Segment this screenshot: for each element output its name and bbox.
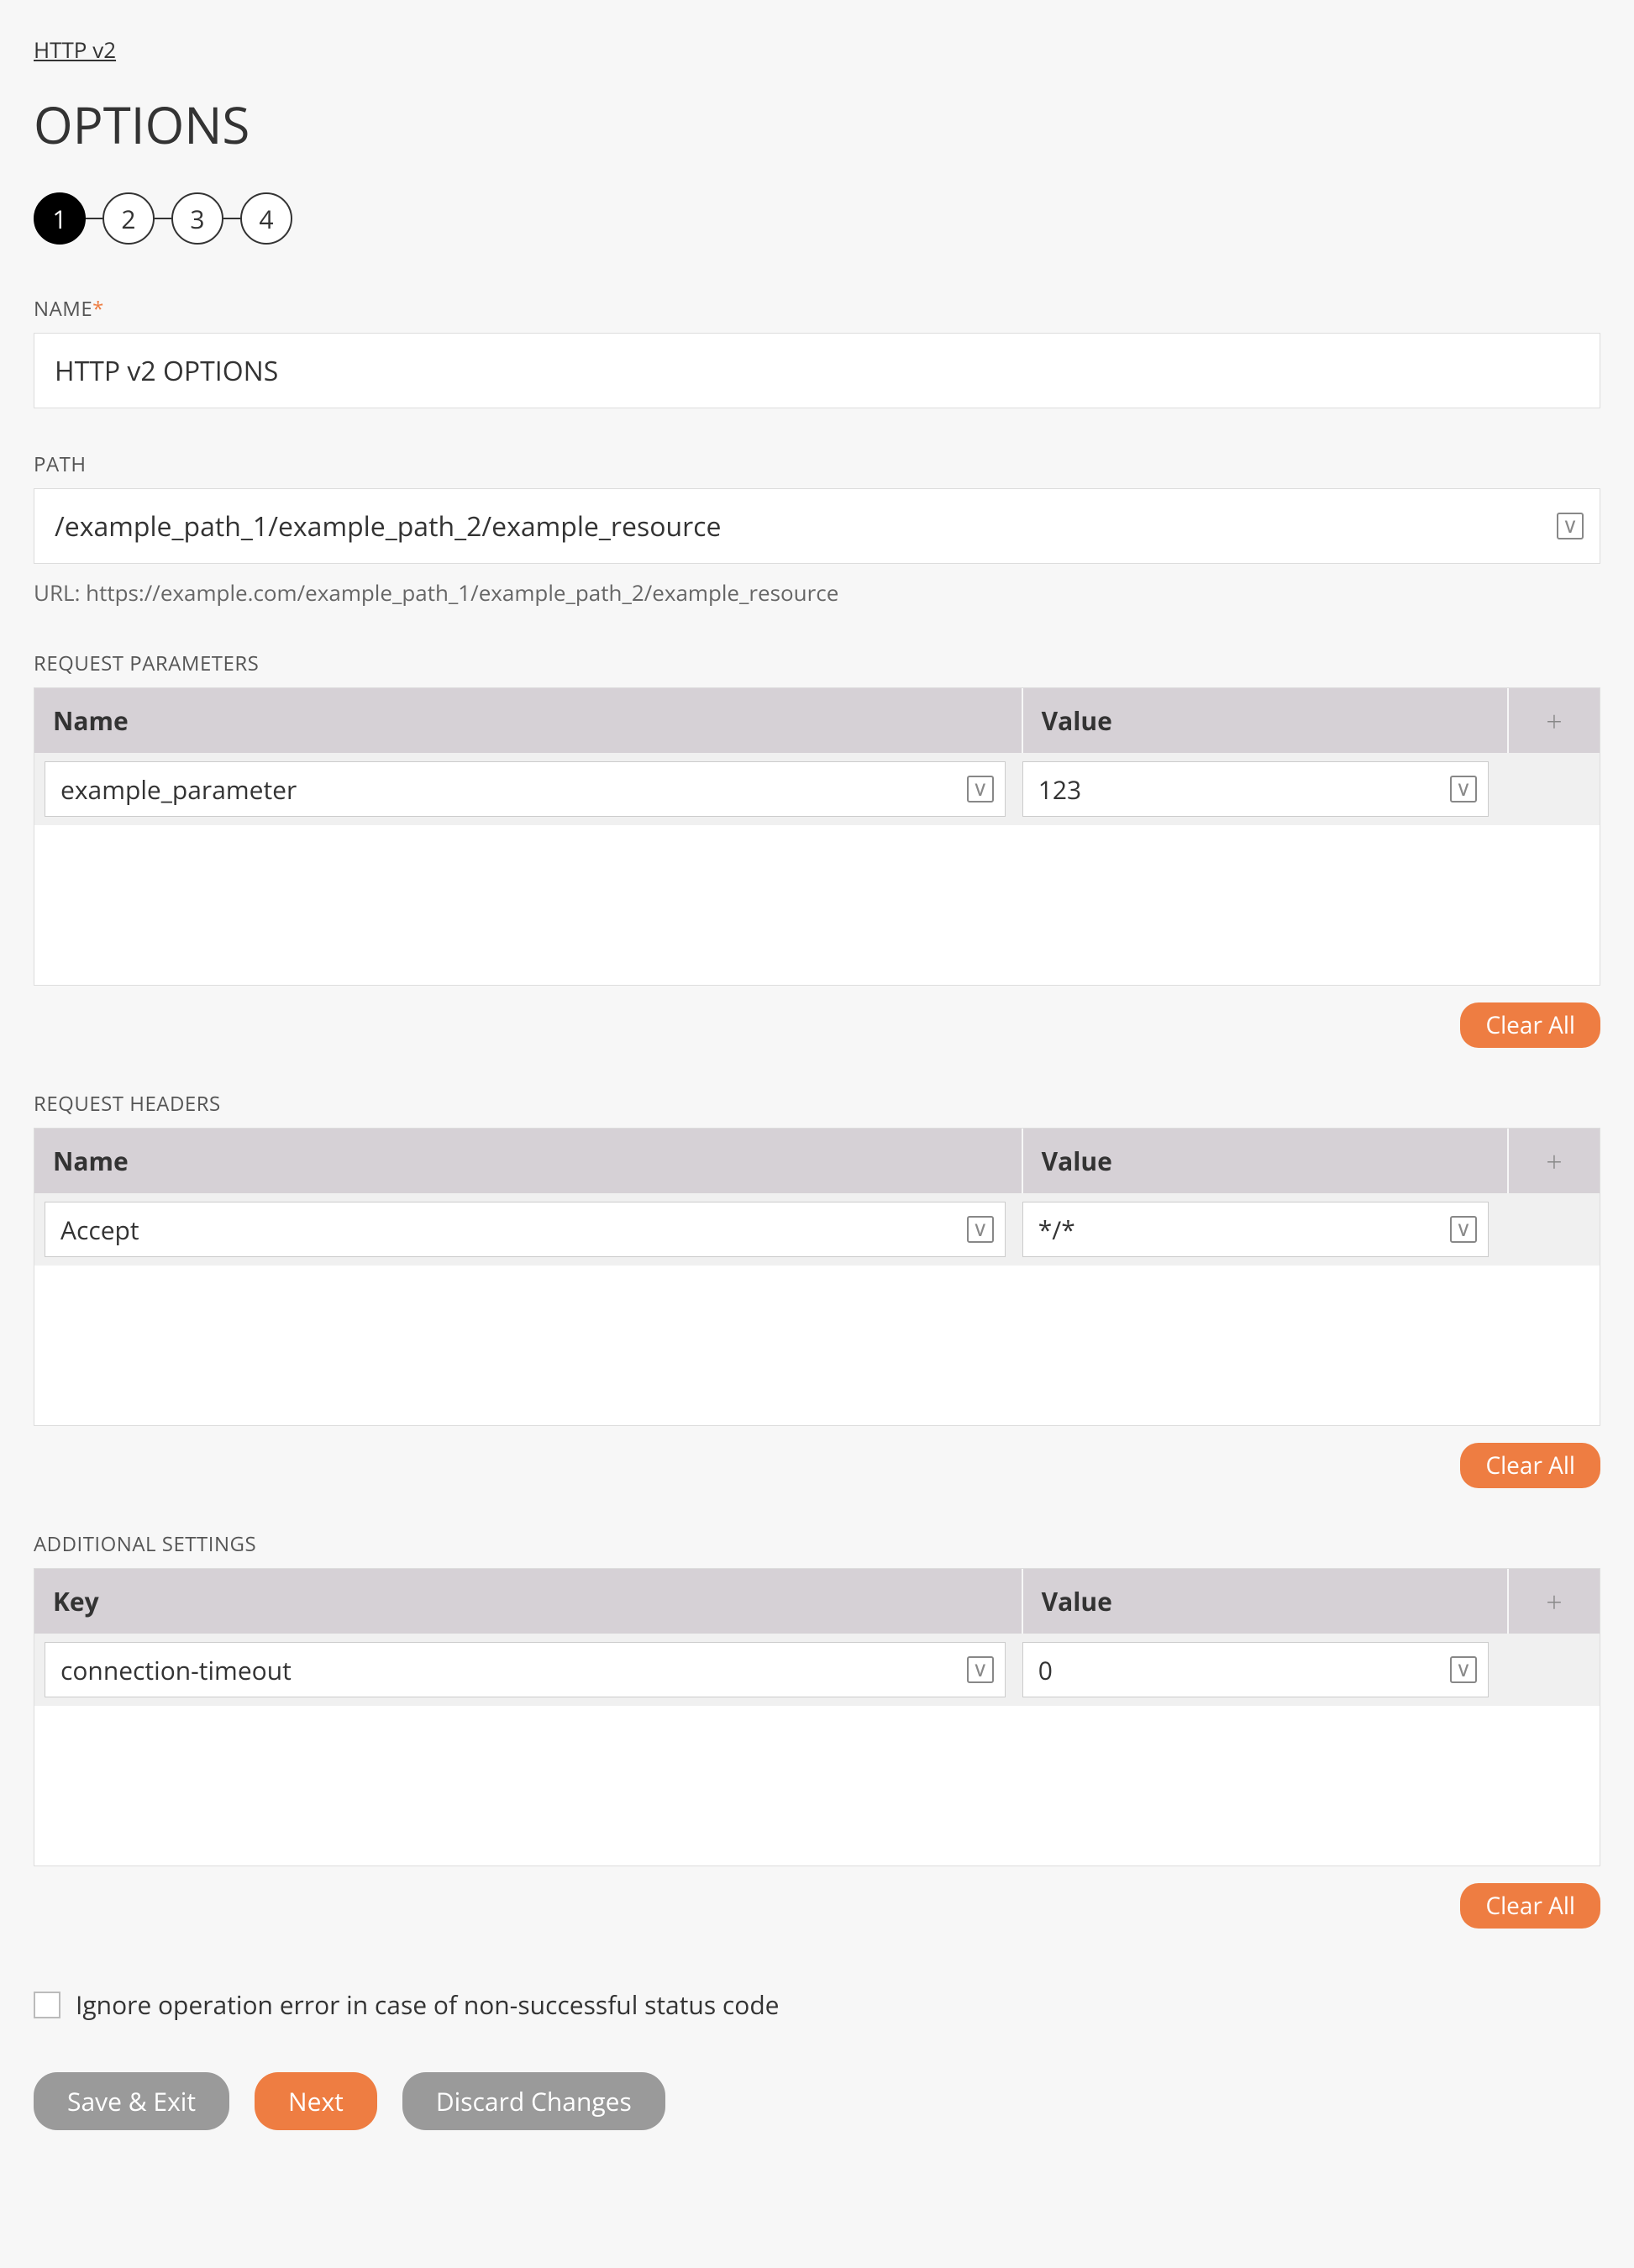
name-label: NAME* (34, 295, 1600, 323)
additional-settings-label: ADDITIONAL SETTINGS (34, 1530, 1600, 1558)
breadcrumb[interactable]: HTTP v2 (34, 34, 116, 65)
ignore-error-checkbox[interactable] (34, 1992, 60, 2018)
column-header-value: Value (1022, 1129, 1507, 1193)
table-blank-area (34, 1266, 1600, 1425)
column-header-value: Value (1022, 1569, 1507, 1634)
request-parameters-label: REQUEST PARAMETERS (34, 650, 1600, 677)
step-2[interactable]: 2 (102, 192, 155, 245)
setting-value-input[interactable] (1022, 1642, 1489, 1697)
column-header-name: Name (34, 1129, 1022, 1193)
clear-all-settings-button[interactable]: Clear All (1460, 1883, 1600, 1929)
variable-icon[interactable]: V (967, 1216, 994, 1243)
plus-icon: + (1546, 702, 1562, 740)
table-row: V V (34, 1634, 1600, 1706)
add-row-button[interactable]: + (1507, 688, 1600, 753)
variable-icon[interactable]: V (1557, 513, 1584, 539)
column-header-value: Value (1022, 688, 1507, 753)
request-headers-table: Name Value + V V (34, 1128, 1600, 1426)
table-blank-area (34, 825, 1600, 985)
header-name-input[interactable] (45, 1202, 1006, 1257)
request-parameters-table: Name Value + V V (34, 687, 1600, 986)
ignore-error-label: Ignore operation error in case of non-su… (76, 1987, 780, 2022)
variable-icon[interactable]: V (967, 1656, 994, 1683)
step-4[interactable]: 4 (240, 192, 292, 245)
plus-icon: + (1546, 1582, 1562, 1621)
path-label: PATH (34, 450, 1600, 478)
step-1[interactable]: 1 (34, 192, 86, 245)
variable-icon[interactable]: V (1450, 1656, 1477, 1683)
path-input[interactable] (34, 488, 1600, 564)
save-exit-button[interactable]: Save & Exit (34, 2072, 229, 2130)
step-separator (223, 218, 240, 219)
clear-all-parameters-button[interactable]: Clear All (1460, 1002, 1600, 1048)
add-row-button[interactable]: + (1507, 1129, 1600, 1193)
step-indicator: 1 2 3 4 (34, 192, 1600, 245)
path-url-hint: URL: https://example.com/example_path_1/… (34, 577, 1600, 608)
additional-settings-table: Key Value + V V (34, 1568, 1600, 1866)
variable-icon[interactable]: V (967, 776, 994, 802)
param-name-input[interactable] (45, 761, 1006, 817)
step-3[interactable]: 3 (171, 192, 223, 245)
setting-key-input[interactable] (45, 1642, 1006, 1697)
request-headers-label: REQUEST HEADERS (34, 1090, 1600, 1118)
param-value-input[interactable] (1022, 761, 1489, 817)
table-row: V V (34, 1193, 1600, 1266)
header-value-input[interactable] (1022, 1202, 1489, 1257)
step-separator (86, 218, 102, 219)
column-header-key: Key (34, 1569, 1022, 1634)
next-button[interactable]: Next (255, 2072, 377, 2130)
name-input[interactable] (34, 333, 1600, 408)
required-star-icon: * (92, 295, 104, 323)
discard-button[interactable]: Discard Changes (402, 2072, 665, 2130)
clear-all-headers-button[interactable]: Clear All (1460, 1443, 1600, 1488)
add-row-button[interactable]: + (1507, 1569, 1600, 1634)
table-blank-area (34, 1706, 1600, 1865)
step-separator (155, 218, 171, 219)
page-title: OPTIONS (34, 90, 1600, 159)
table-row: V V (34, 753, 1600, 825)
plus-icon: + (1546, 1142, 1562, 1181)
variable-icon[interactable]: V (1450, 776, 1477, 802)
column-header-name: Name (34, 688, 1022, 753)
variable-icon[interactable]: V (1450, 1216, 1477, 1243)
